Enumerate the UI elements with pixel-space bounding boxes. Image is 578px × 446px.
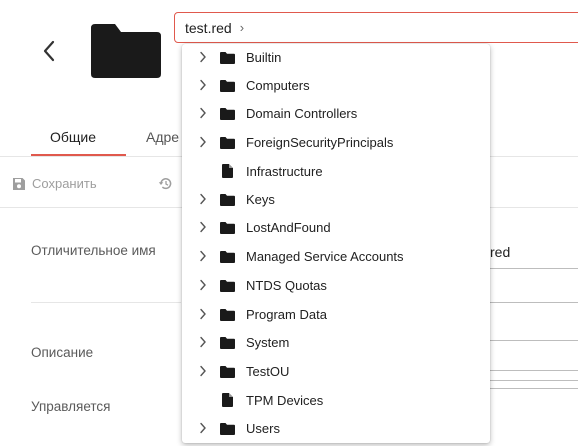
document-icon [222, 164, 233, 178]
folder-icon [220, 80, 235, 92]
dropdown-item-label: Managed Service Accounts [246, 249, 404, 264]
chevron-right-icon[interactable] [199, 221, 207, 233]
dropdown-item-label: Program Data [246, 307, 327, 322]
dropdown-item-ntds-quotas[interactable]: NTDS Quotas [182, 272, 490, 300]
folder-icon [220, 309, 235, 321]
dropdown-item-domain-controllers[interactable]: Domain Controllers [182, 100, 490, 128]
save-label: Сохранить [32, 176, 97, 191]
dropdown-item-infrastructure[interactable]: Infrastructure [182, 158, 490, 186]
tab-address[interactable]: Адре [146, 129, 179, 145]
dropdown-item-system[interactable]: System [182, 329, 490, 357]
dropdown-item-label: TPM Devices [246, 393, 324, 408]
folder-icon [220, 337, 235, 349]
dropdown-item-keys[interactable]: Keys [182, 186, 490, 214]
folder-icon [220, 222, 235, 234]
dropdown-item-users[interactable]: Users [182, 415, 490, 443]
path-breadcrumb[interactable]: test.red › [174, 12, 578, 43]
folder-icon [220, 108, 235, 120]
dropdown-item-tpm-devices[interactable]: TPM Devices [182, 387, 490, 415]
chevron-right-icon[interactable] [199, 51, 207, 63]
dropdown-item-label: NTDS Quotas [246, 278, 327, 293]
path-dropdown-menu: Builtin Computers Domain Controllers For… [182, 44, 490, 443]
history-icon [158, 178, 172, 190]
description-label: Описание [31, 345, 94, 360]
dropdown-item-label: ForeignSecurityPrincipals [246, 135, 394, 150]
back-button[interactable] [34, 36, 64, 66]
dropdown-item-label: Users [246, 421, 280, 436]
dropdown-item-label: Infrastructure [246, 164, 323, 179]
chevron-right-icon[interactable] [199, 250, 207, 262]
dropdown-item-lost-and-found[interactable]: LostAndFound [182, 214, 490, 242]
chevron-right-icon[interactable] [199, 193, 207, 205]
dropdown-item-label: Computers [246, 78, 310, 93]
chevron-right-icon[interactable] [199, 365, 207, 377]
chevron-left-icon [43, 40, 55, 62]
folder-icon [220, 137, 235, 149]
chevron-right-icon[interactable] [199, 107, 207, 119]
dropdown-item-label: Keys [246, 192, 275, 207]
dropdown-item-program-data[interactable]: Program Data [182, 301, 490, 329]
distinguished-name-label: Отличительное имя [31, 243, 156, 258]
folder-icon [220, 251, 235, 263]
chevron-right-icon: › [239, 20, 245, 35]
section-divider [31, 302, 181, 303]
chevron-right-icon[interactable] [199, 79, 207, 91]
folder-icon [220, 423, 235, 435]
dropdown-item-label: LostAndFound [246, 220, 331, 235]
chevron-right-icon[interactable] [199, 279, 207, 291]
dropdown-item-builtin[interactable]: Builtin [182, 44, 490, 72]
dropdown-item-testou[interactable]: TestOU [182, 358, 490, 386]
save-button[interactable]: Сохранить [12, 176, 97, 191]
floppy-disk-icon [13, 177, 25, 190]
chevron-right-icon[interactable] [199, 336, 207, 348]
chevron-right-icon[interactable] [199, 136, 207, 148]
dropdown-item-label: Builtin [246, 50, 282, 65]
tab-general[interactable]: Общие [50, 129, 96, 145]
path-segment[interactable]: test.red [185, 20, 232, 36]
managed-by-label: Управляется [31, 399, 111, 414]
dropdown-item-foreign-security-principals[interactable]: ForeignSecurityPrincipals [182, 129, 490, 157]
chevron-right-icon[interactable] [199, 308, 207, 320]
distinguished-name-value[interactable]: red [490, 244, 510, 260]
chevron-right-icon[interactable] [199, 422, 207, 434]
folder-icon [220, 366, 235, 378]
reset-button[interactable] [158, 176, 173, 196]
document-icon [222, 393, 233, 407]
dropdown-item-label: System [246, 335, 290, 350]
folder-icon [220, 280, 235, 292]
dropdown-item-managed-service-accounts[interactable]: Managed Service Accounts [182, 243, 490, 271]
dropdown-item-computers[interactable]: Computers [182, 72, 490, 100]
dropdown-item-label: Domain Controllers [246, 106, 358, 121]
dropdown-item-label: TestOU [246, 364, 290, 379]
folder-icon [220, 52, 235, 64]
folder-icon [91, 24, 161, 78]
folder-icon [220, 194, 235, 206]
